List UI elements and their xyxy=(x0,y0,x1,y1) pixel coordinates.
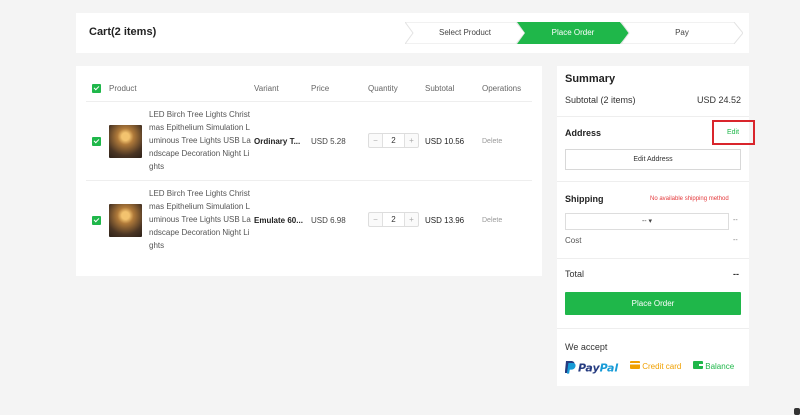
cart-title: Cart(2 items) xyxy=(89,26,157,38)
quantity-increase-button[interactable]: + xyxy=(404,134,418,147)
table-row: LED Birch Tree Lights Christmas Epitheli… xyxy=(86,180,532,258)
shipping-title: Shipping xyxy=(565,194,604,204)
delete-link[interactable]: Delete xyxy=(482,138,502,145)
place-order-button[interactable]: Place Order xyxy=(565,292,741,315)
column-header-operations: Operations xyxy=(482,84,522,93)
divider xyxy=(557,328,749,329)
divider xyxy=(557,181,749,182)
cost-label: Cost xyxy=(565,236,582,245)
subtotal-label: Subtotal (2 items) xyxy=(565,95,636,105)
step-label: Pay xyxy=(675,28,689,37)
quantity-increase-button[interactable]: + xyxy=(404,213,418,226)
product-variant: Ordinary T... xyxy=(254,137,301,146)
select-all-checkbox[interactable] xyxy=(92,84,101,93)
quantity-decrease-button[interactable]: − xyxy=(369,213,383,226)
product-variant: Emulate 60... xyxy=(254,216,303,225)
total-label: Total xyxy=(565,269,585,279)
divider xyxy=(557,258,749,259)
balance-label: Balance xyxy=(705,362,735,371)
delete-link[interactable]: Delete xyxy=(482,217,502,224)
balance-method: Balance xyxy=(693,360,734,374)
shipping-value: -- xyxy=(733,217,738,224)
step-label: Select Product xyxy=(438,28,492,37)
column-header-product: Product xyxy=(109,84,137,93)
quantity-input[interactable]: 2 xyxy=(383,213,404,226)
column-header-price: Price xyxy=(311,84,330,93)
product-name[interactable]: LED Birch Tree Lights Christmas Epitheli… xyxy=(149,108,251,173)
credit-card-label: Credit card xyxy=(642,362,682,371)
step-label: Place Order xyxy=(551,28,595,37)
credit-card-icon xyxy=(630,361,640,369)
scrollbar-handle[interactable] xyxy=(794,408,800,415)
wallet-icon xyxy=(693,361,703,369)
row-subtotal: USD 13.96 xyxy=(425,216,465,225)
column-header-variant: Variant xyxy=(254,84,279,93)
subtotal-value: USD 24.52 xyxy=(696,95,741,105)
row-subtotal: USD 10.56 xyxy=(425,137,465,146)
checkout-steps: Select Product Place Order Pay xyxy=(405,22,743,44)
paypal-logo: PayPal xyxy=(564,360,621,375)
row-checkbox[interactable] xyxy=(92,137,101,146)
step-place-order[interactable]: Place Order xyxy=(517,22,629,44)
cart-table: Product Variant Price Quantity Subtotal … xyxy=(76,66,542,276)
quantity-stepper: − 2 + xyxy=(368,212,419,227)
column-header-quantity: Quantity xyxy=(368,84,398,93)
quantity-input[interactable]: 2 xyxy=(383,134,404,147)
we-accept-label: We accept xyxy=(565,342,608,352)
divider xyxy=(557,116,749,117)
summary-title: Summary xyxy=(565,73,616,85)
edit-address-link[interactable]: Edit xyxy=(727,129,739,136)
row-checkbox[interactable] xyxy=(92,216,101,225)
cost-value: -- xyxy=(733,237,738,244)
address-title: Address xyxy=(565,128,602,138)
product-price: USD 6.98 xyxy=(311,216,346,225)
column-header-subtotal: Subtotal xyxy=(425,84,455,93)
quantity-stepper: − 2 + xyxy=(368,133,419,148)
credit-card-method: Credit card xyxy=(630,360,681,374)
total-value: -- xyxy=(733,269,739,279)
shipping-method-select[interactable]: -- ▾ xyxy=(565,213,729,230)
no-shipping-warning: No available shipping method xyxy=(650,196,729,202)
svg-text:PayPal: PayPal xyxy=(578,362,618,375)
product-name[interactable]: LED Birch Tree Lights Christmas Epitheli… xyxy=(149,187,251,252)
step-select-product[interactable]: Select Product xyxy=(405,22,525,44)
order-summary: Summary Subtotal (2 items) USD 24.52 Add… xyxy=(557,66,755,386)
step-pay[interactable]: Pay xyxy=(621,22,743,44)
quantity-decrease-button[interactable]: − xyxy=(369,134,383,147)
product-price: USD 5.28 xyxy=(311,137,346,146)
product-thumbnail[interactable] xyxy=(109,204,142,237)
table-row: LED Birch Tree Lights Christmas Epitheli… xyxy=(86,101,532,179)
cart-header: Cart(2 items) Select Product Place Order… xyxy=(76,13,749,53)
edit-address-button[interactable]: Edit Address xyxy=(565,149,741,170)
product-thumbnail[interactable] xyxy=(109,125,142,158)
